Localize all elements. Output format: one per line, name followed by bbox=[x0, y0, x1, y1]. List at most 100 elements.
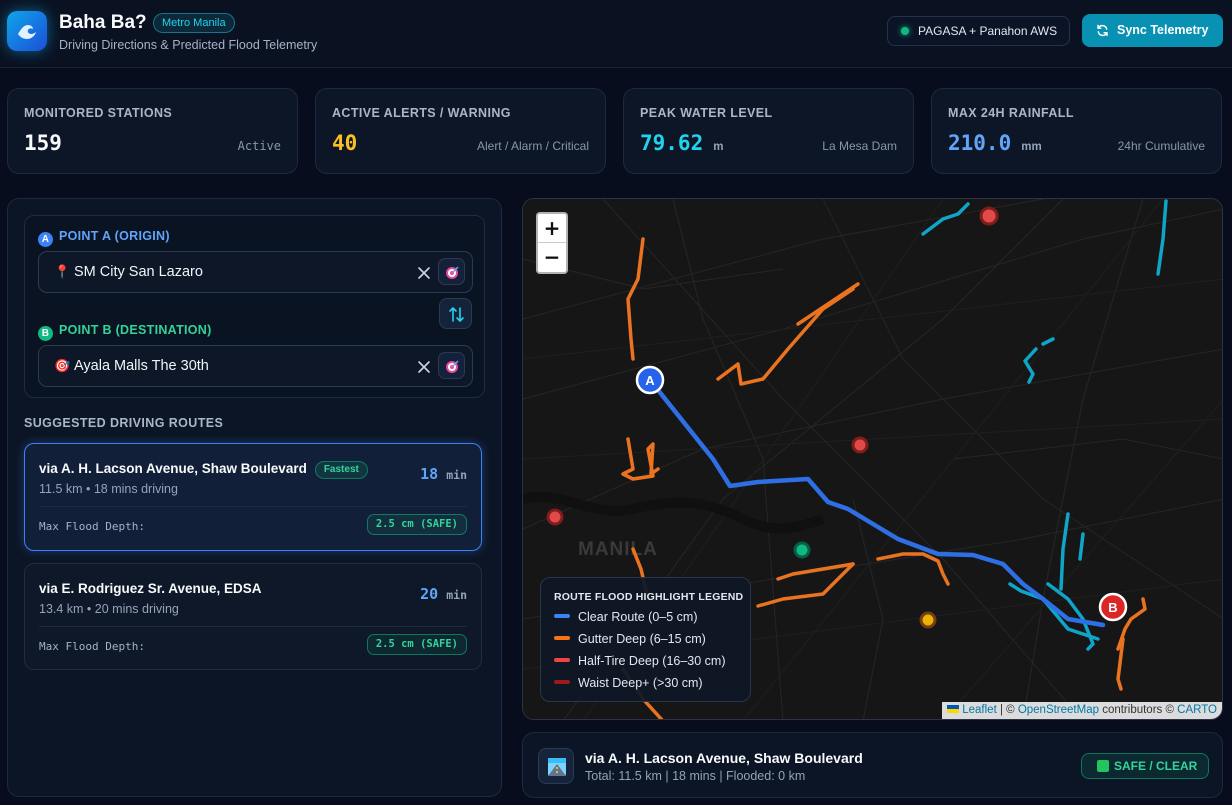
route-map[interactable]: MANILA A B + − ROUTE FLOOD HIGHLIGHT LEG… bbox=[522, 198, 1223, 720]
route-name-text: via A. H. Lacson Avenue, Shaw Boulevard bbox=[39, 461, 307, 476]
clear-origin-icon[interactable] bbox=[416, 265, 432, 281]
route-divider bbox=[39, 506, 467, 507]
carto-link[interactable]: CARTO bbox=[1177, 704, 1217, 716]
clear-destination-icon[interactable] bbox=[416, 359, 432, 375]
destination-badge: B bbox=[38, 326, 53, 341]
destination-marker[interactable]: B bbox=[1098, 592, 1128, 622]
directions-panel: A POINT A (ORIGIN) 📍 SM City San Lazaro B… bbox=[7, 198, 502, 797]
leaflet-link[interactable]: Leaflet bbox=[962, 704, 997, 716]
zoom-control: + − bbox=[536, 212, 568, 274]
stat-number: 40 bbox=[332, 131, 358, 155]
fastest-badge: Fastest bbox=[314, 461, 368, 479]
data-source-indicator: PAGASA + Panahon AWS bbox=[887, 16, 1070, 46]
check-icon bbox=[1097, 760, 1109, 772]
route-minutes: 20 bbox=[420, 585, 439, 603]
route-points-box: A POINT A (ORIGIN) 📍 SM City San Lazaro B… bbox=[24, 215, 485, 398]
origin-badge: A bbox=[38, 232, 53, 247]
route-meta: 13.4 km • 20 mins driving bbox=[39, 602, 179, 616]
stat-card-monitored-stations: MONITORED STATIONS 159 Active bbox=[7, 88, 298, 174]
route-minutes: 18 bbox=[420, 465, 439, 483]
zoom-out-button[interactable]: − bbox=[538, 243, 566, 272]
swap-icon bbox=[449, 307, 464, 322]
legend-item-clear: Clear Route (0–5 cm) bbox=[554, 610, 698, 624]
map-attribution: Leaflet | © OpenStreetMap contributors ©… bbox=[942, 702, 1222, 719]
stat-card-active-alerts: ACTIVE ALERTS / WARNING 40 Alert / Alarm… bbox=[315, 88, 606, 174]
route-card-alternate[interactable]: via E. Rodriguez Sr. Avenue, EDSA 13.4 k… bbox=[24, 563, 482, 670]
stat-value: 159 bbox=[24, 131, 62, 155]
locate-destination-button[interactable] bbox=[438, 352, 465, 379]
target-icon bbox=[446, 360, 459, 373]
data-source-label: PAGASA + Panahon AWS bbox=[918, 24, 1058, 38]
flood-depth-label: Max Flood Depth: bbox=[39, 520, 145, 533]
target-icon bbox=[446, 266, 459, 279]
legend-swatch bbox=[554, 680, 570, 684]
route-status-label: SAFE / CLEAR bbox=[1114, 759, 1198, 773]
route-summary-icon bbox=[538, 748, 574, 784]
stat-number: 210.0 bbox=[948, 131, 1012, 155]
legend-item-waist: Waist Deep+ (>30 cm) bbox=[554, 676, 703, 690]
ukraine-flag-icon bbox=[947, 705, 960, 713]
legend-swatch bbox=[554, 658, 570, 662]
legend-label: Clear Route (0–5 cm) bbox=[578, 610, 698, 624]
destination-label: B POINT B (DESTINATION) bbox=[38, 323, 212, 341]
destination-input-value: Ayala Malls The 30th bbox=[74, 358, 209, 374]
stat-label: ACTIVE ALERTS / WARNING bbox=[332, 106, 511, 120]
stat-label: MAX 24H RAINFALL bbox=[948, 106, 1074, 120]
locate-origin-button[interactable] bbox=[438, 258, 465, 285]
origin-label-text: POINT A (ORIGIN) bbox=[59, 229, 170, 243]
route-summary-bar: via A. H. Lacson Avenue, Shaw Boulevard … bbox=[522, 732, 1223, 798]
road-icon bbox=[548, 758, 566, 776]
destination-label-text: POINT B (DESTINATION) bbox=[59, 323, 212, 337]
app-header: Baha Ba? Metro Manila Driving Directions… bbox=[0, 0, 1232, 68]
routes-section-title: SUGGESTED DRIVING ROUTES bbox=[24, 416, 224, 430]
route-duration: 18 min bbox=[420, 465, 467, 483]
attribution-separator: | © bbox=[996, 704, 1018, 716]
destination-marker-label: B bbox=[1108, 600, 1117, 615]
legend-label: Waist Deep+ (>30 cm) bbox=[578, 676, 703, 690]
route-minutes-unit: min bbox=[446, 468, 467, 482]
origin-input[interactable]: 📍 SM City San Lazaro bbox=[38, 251, 473, 293]
origin-input-value: SM City San Lazaro bbox=[74, 264, 203, 280]
region-badge: Metro Manila bbox=[153, 13, 235, 33]
route-card-fastest[interactable]: via A. H. Lacson Avenue, Shaw Boulevard F… bbox=[24, 443, 482, 551]
legend-swatch bbox=[554, 636, 570, 640]
route-divider bbox=[39, 626, 467, 627]
status-dot-icon bbox=[901, 27, 909, 35]
origin-marker-label: A bbox=[645, 373, 655, 388]
stat-label: MONITORED STATIONS bbox=[24, 106, 173, 120]
osm-link[interactable]: OpenStreetMap bbox=[1018, 704, 1099, 716]
flood-depth-badge: 2.5 cm (SAFE) bbox=[366, 634, 467, 655]
stat-value: 210.0 mm bbox=[948, 131, 1042, 155]
route-name: via E. Rodriguez Sr. Avenue, EDSA bbox=[39, 581, 262, 596]
stat-card-peak-water-level: PEAK WATER LEVEL 79.62 m La Mesa Dam bbox=[623, 88, 914, 174]
flood-legend: ROUTE FLOOD HIGHLIGHT LEGEND Clear Route… bbox=[540, 577, 751, 702]
origin-label: A POINT A (ORIGIN) bbox=[38, 229, 170, 247]
route-duration: 20 min bbox=[420, 585, 467, 603]
attribution-contributors: contributors © bbox=[1099, 704, 1178, 716]
legend-title: ROUTE FLOOD HIGHLIGHT LEGEND bbox=[554, 591, 744, 603]
stat-unit: mm bbox=[1021, 141, 1042, 153]
zoom-in-button[interactable]: + bbox=[538, 214, 566, 243]
route-meta: 11.5 km • 18 mins driving bbox=[39, 482, 178, 496]
destination-input[interactable]: 🎯 Ayala Malls The 30th bbox=[38, 345, 473, 387]
legend-item-gutter: Gutter Deep (6–15 cm) bbox=[554, 632, 706, 646]
route-status-badge: SAFE / CLEAR bbox=[1081, 753, 1209, 779]
summary-route-meta: Total: 11.5 km | 18 mins | Flooded: 0 km bbox=[585, 769, 806, 783]
target-destination-icon: 🎯 bbox=[54, 358, 71, 373]
legend-label: Half-Tire Deep (16–30 cm) bbox=[578, 654, 726, 668]
flood-depth-label: Max Flood Depth: bbox=[39, 640, 145, 653]
stat-value: 79.62 m bbox=[640, 131, 723, 155]
stat-card-max-rainfall: MAX 24H RAINFALL 210.0 mm 24hr Cumulative bbox=[931, 88, 1222, 174]
origin-marker[interactable]: A bbox=[635, 365, 665, 395]
legend-item-half-tire: Half-Tire Deep (16–30 cm) bbox=[554, 654, 726, 668]
stat-unit: m bbox=[713, 141, 724, 153]
wave-icon bbox=[18, 25, 36, 39]
stat-note: 24hr Cumulative bbox=[1117, 139, 1205, 153]
route-minutes-unit: min bbox=[446, 588, 467, 602]
app-logo bbox=[7, 11, 47, 51]
stat-number: 159 bbox=[24, 131, 62, 155]
swap-points-button[interactable] bbox=[439, 298, 472, 329]
sync-telemetry-button[interactable]: Sync Telemetry bbox=[1082, 14, 1223, 47]
flood-depth-badge: 2.5 cm (SAFE) bbox=[366, 514, 467, 535]
map-city-label: MANILA bbox=[578, 539, 658, 560]
